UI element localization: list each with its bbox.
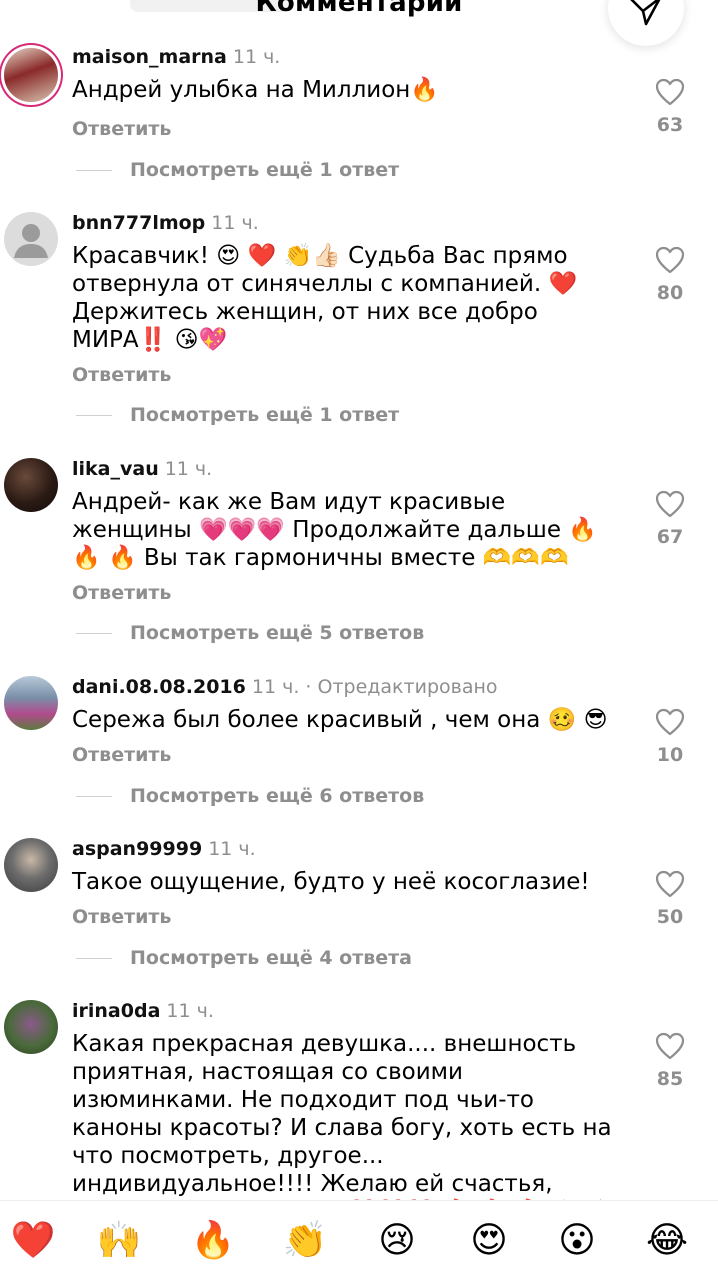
like-button[interactable]: 80 bbox=[650, 246, 690, 304]
reaction-laughing[interactable]: 😂 bbox=[642, 1219, 692, 1263]
avatar[interactable] bbox=[4, 838, 58, 892]
comment-username[interactable]: bnn777lmop bbox=[72, 212, 205, 234]
divider-line bbox=[76, 957, 112, 960]
like-count: 63 bbox=[656, 114, 684, 136]
comment-meta: bnn777lmop 11 ч. bbox=[72, 212, 259, 234]
comment-username[interactable]: lika_vau bbox=[72, 458, 159, 480]
emoji-reaction-bar: ❤️ 🙌 🔥 👏 😢 😍 😮 😂 bbox=[0, 1200, 718, 1281]
like-button[interactable]: 10 bbox=[650, 708, 690, 766]
comment-username[interactable]: irina0da bbox=[72, 1000, 160, 1022]
comment-text: Сережа был более красивый , чем она 🥴 😎 bbox=[72, 707, 608, 733]
avatar[interactable] bbox=[4, 676, 58, 730]
reaction-clap[interactable]: 👏 bbox=[280, 1219, 330, 1263]
avatar[interactable] bbox=[4, 458, 58, 512]
divider-line bbox=[76, 632, 112, 635]
view-more-replies-label: Посмотреть ещё 4 ответа bbox=[130, 947, 412, 969]
view-more-replies[interactable]: Посмотреть ещё 1 ответ bbox=[76, 159, 399, 181]
like-count: 85 bbox=[656, 1068, 684, 1090]
heart-outline-icon bbox=[655, 490, 685, 518]
view-more-replies-label: Посмотреть ещё 1 ответ bbox=[130, 159, 400, 181]
like-count: 50 bbox=[656, 906, 684, 928]
avatar[interactable] bbox=[4, 48, 58, 102]
comment-meta: dani.08.08.2016 11 ч. · Отредактировано bbox=[72, 676, 498, 698]
view-more-replies[interactable]: Посмотреть ещё 4 ответа bbox=[76, 947, 412, 969]
comment-time: 11 ч. bbox=[164, 458, 213, 480]
reply-button[interactable]: Ответить bbox=[72, 364, 171, 386]
comment-time: 11 ч. bbox=[211, 212, 259, 234]
comment-meta: aspan99999 11 ч. bbox=[72, 838, 256, 860]
comment-time: 11 ч. bbox=[208, 838, 256, 860]
divider-line bbox=[76, 169, 112, 172]
reply-button[interactable]: Ответить bbox=[72, 906, 171, 928]
divider-line bbox=[76, 795, 112, 798]
heart-outline-icon bbox=[655, 870, 685, 898]
like-count: 67 bbox=[656, 526, 684, 548]
comment-time: 11 ч. bbox=[251, 676, 300, 698]
reaction-heart-eyes[interactable]: 😍 bbox=[464, 1219, 514, 1263]
reply-button[interactable]: Ответить bbox=[72, 118, 171, 140]
reaction-crying[interactable]: 😢 bbox=[372, 1219, 422, 1263]
like-count: 80 bbox=[656, 282, 684, 304]
comment-username[interactable]: dani.08.08.2016 bbox=[72, 676, 246, 698]
heart-outline-icon bbox=[655, 1032, 685, 1060]
view-more-replies[interactable]: Посмотреть ещё 5 ответов bbox=[76, 622, 424, 644]
comment-text: Такое ощущение, будто у неё косоглазие! bbox=[72, 869, 590, 895]
like-count: 10 bbox=[656, 744, 684, 766]
share-button[interactable] bbox=[608, 0, 684, 46]
comment-username[interactable]: aspan99999 bbox=[72, 838, 202, 860]
reaction-surprised[interactable]: 😮 bbox=[552, 1219, 602, 1263]
avatar[interactable] bbox=[4, 212, 58, 266]
comment-meta: lika_vau 11 ч. bbox=[72, 458, 212, 480]
like-button[interactable]: 63 bbox=[650, 78, 690, 136]
default-avatar-icon bbox=[14, 224, 48, 258]
comment-meta: irina0da 11 ч. bbox=[72, 1000, 214, 1022]
heart-outline-icon bbox=[655, 708, 685, 736]
view-more-replies-label: Посмотреть ещё 5 ответов bbox=[130, 622, 425, 644]
comment-text: Андрей- как же Вам идут красивые женщины… bbox=[72, 489, 597, 571]
view-more-replies-label: Посмотреть ещё 6 ответов bbox=[130, 785, 425, 807]
comment-text: Красавчик! 😍 ❤️ 👏👍🏻 Судьба Вас прямо отв… bbox=[72, 243, 578, 353]
reaction-raised-hands[interactable]: 🙌 bbox=[94, 1219, 144, 1263]
reply-button[interactable]: Ответить bbox=[72, 744, 171, 766]
heart-outline-icon bbox=[655, 246, 685, 274]
avatar[interactable] bbox=[4, 1000, 58, 1054]
comment-time: 11 ч. bbox=[232, 46, 281, 68]
like-button[interactable]: 50 bbox=[650, 870, 690, 928]
reaction-heart[interactable]: ❤️ bbox=[8, 1219, 58, 1263]
divider-line bbox=[76, 414, 112, 417]
like-button[interactable]: 67 bbox=[650, 490, 690, 548]
like-button[interactable]: 85 bbox=[650, 1032, 690, 1090]
edited-label: · Отредактировано bbox=[299, 676, 498, 698]
reaction-fire[interactable]: 🔥 bbox=[188, 1219, 238, 1263]
send-icon bbox=[630, 0, 661, 26]
comment-time: 11 ч. bbox=[166, 1000, 214, 1022]
view-more-replies-label: Посмотреть ещё 1 ответ bbox=[130, 404, 400, 426]
view-more-replies[interactable]: Посмотреть ещё 1 ответ bbox=[76, 404, 399, 426]
heart-outline-icon bbox=[655, 78, 685, 106]
comment-username[interactable]: maison_marna bbox=[72, 46, 227, 68]
comment-text: Андрей улыбка на Миллион🔥 bbox=[72, 77, 439, 103]
comment-meta: maison_marna 11 ч. bbox=[72, 46, 280, 68]
reply-button[interactable]: Ответить bbox=[72, 582, 171, 604]
view-more-replies[interactable]: Посмотреть ещё 6 ответов bbox=[76, 785, 424, 807]
